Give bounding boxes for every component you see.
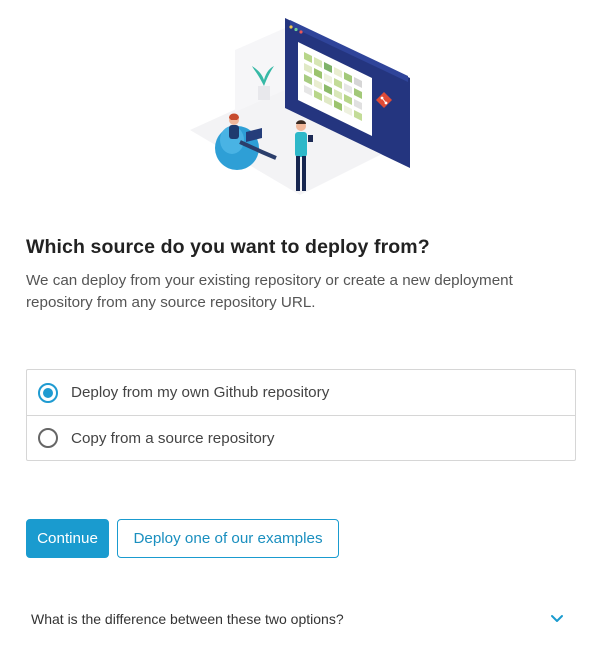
deploy-examples-button[interactable]: Deploy one of our examples <box>117 519 339 558</box>
option-label: Copy from a source repository <box>71 429 275 447</box>
page-description: We can deploy from your existing reposit… <box>26 272 513 311</box>
radio-selected-icon[interactable] <box>38 382 58 403</box>
option-label: Deploy from my own Github repository <box>71 384 330 401</box>
deploy-source-radio-group: Deploy from my own Github repository Cop… <box>26 369 576 461</box>
hero-illustration <box>0 0 600 210</box>
option-source-repository[interactable]: Copy from a source repository <box>27 415 575 460</box>
chevron-down-icon[interactable] <box>549 611 565 627</box>
radio-unselected-icon[interactable] <box>38 428 58 448</box>
page-title: Which source do you want to deploy from? <box>26 236 430 258</box>
faq-toggle[interactable]: What is the difference between these two… <box>31 606 565 632</box>
option-github-repository[interactable]: Deploy from my own Github repository <box>27 370 575 415</box>
faq-question: What is the difference between these two… <box>31 611 344 627</box>
continue-button[interactable]: Continue <box>26 519 109 558</box>
deploy-illustration <box>190 18 410 195</box>
